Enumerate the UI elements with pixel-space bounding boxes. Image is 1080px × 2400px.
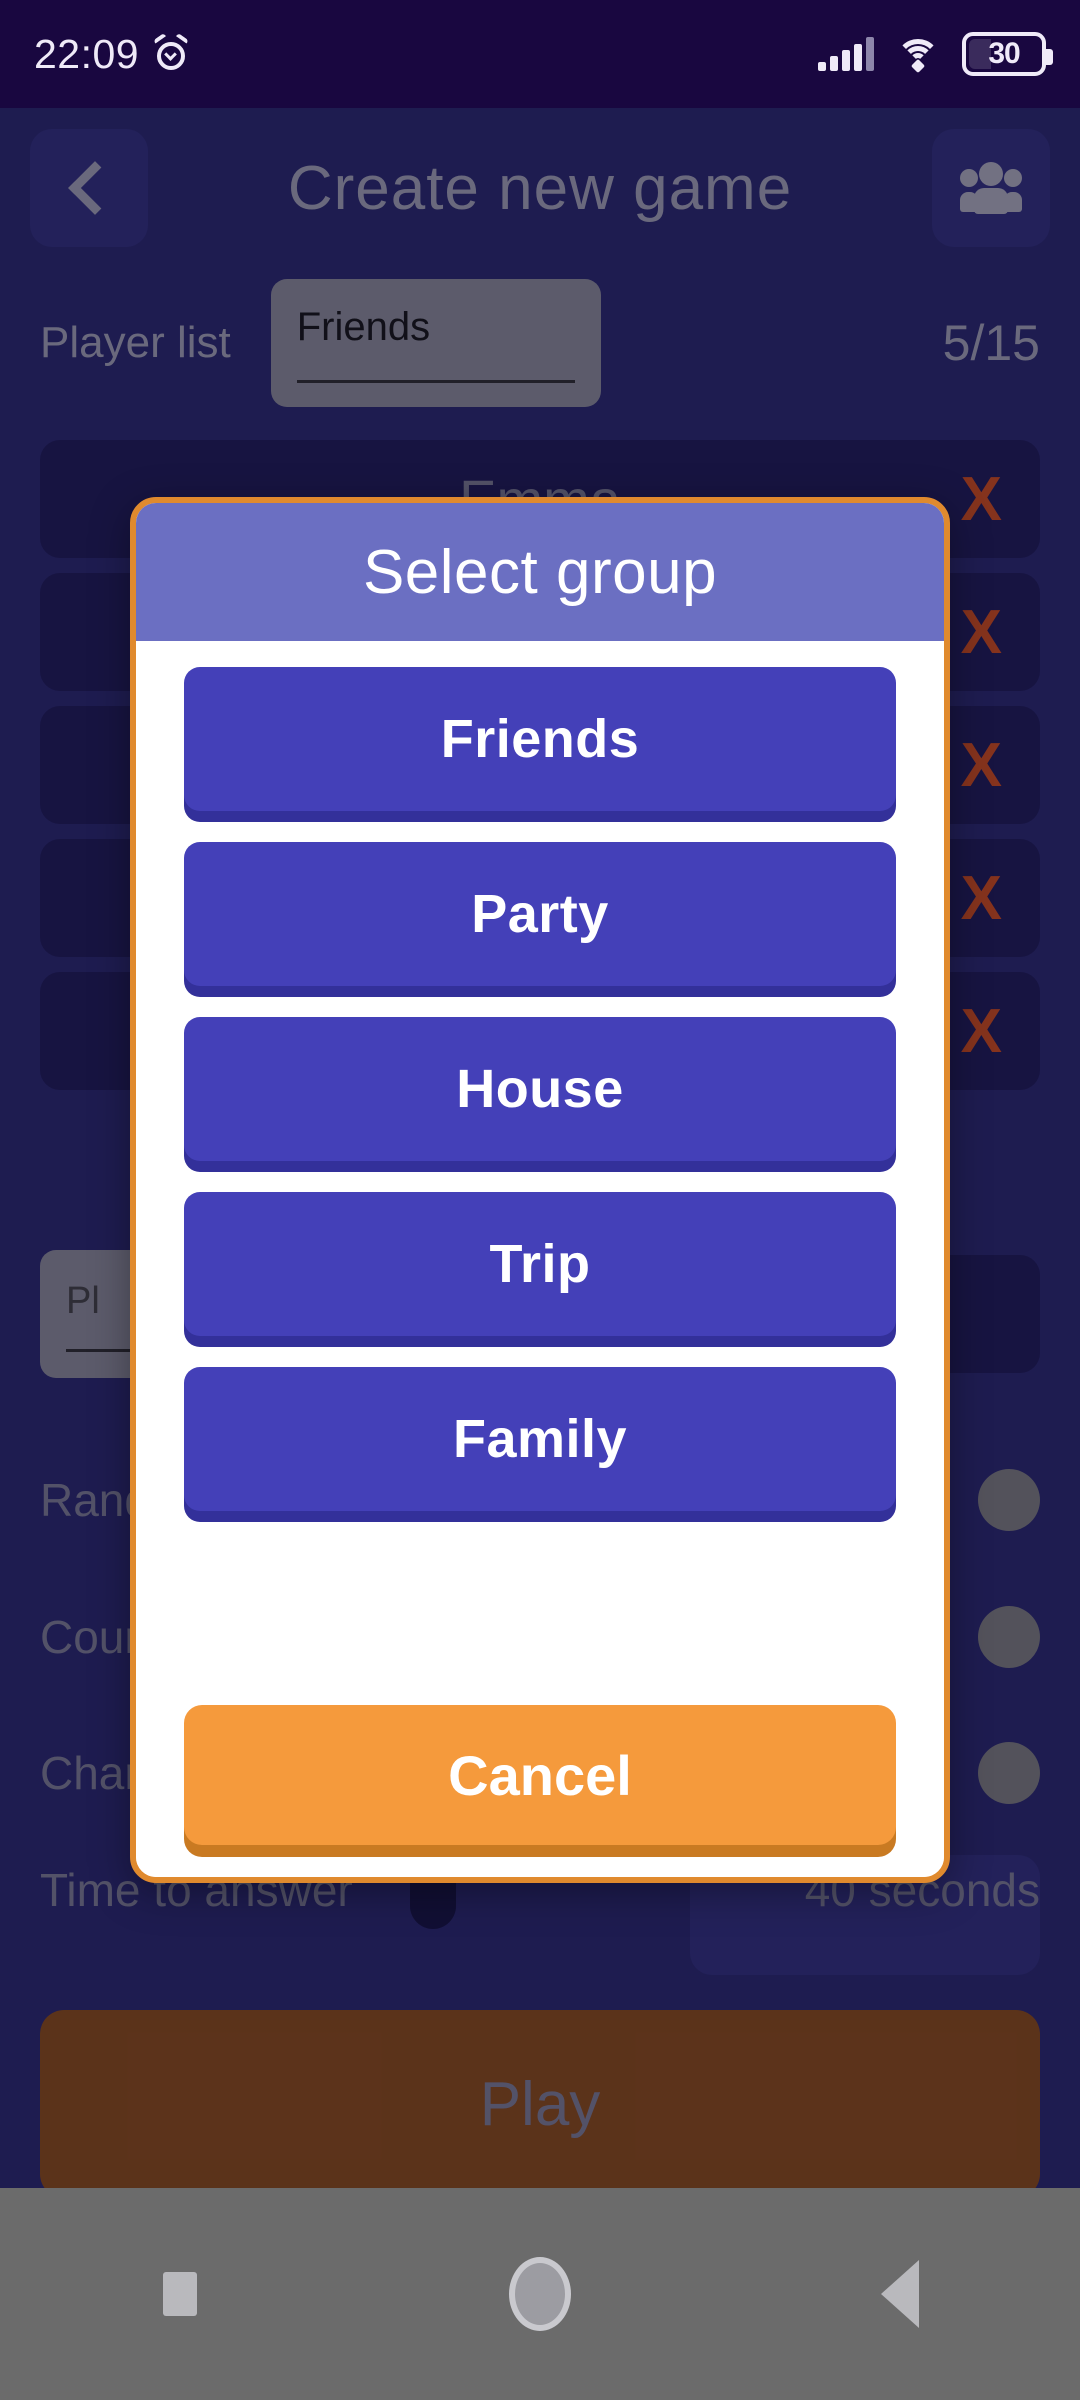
group-option-house[interactable]: House bbox=[184, 1017, 896, 1161]
wifi-icon bbox=[896, 37, 940, 74]
battery-percent-label: 30 bbox=[988, 37, 1020, 70]
android-nav-bar bbox=[0, 2188, 1080, 2400]
square-recents-icon bbox=[163, 2272, 197, 2316]
status-bar-left: 22:09 bbox=[34, 31, 189, 78]
dialog-title: Select group bbox=[362, 537, 718, 607]
circle-home-icon bbox=[509, 2257, 571, 2331]
cancel-button[interactable]: Cancel bbox=[184, 1705, 896, 1845]
dialog-footer: Cancel bbox=[136, 1705, 944, 1877]
triangle-back-icon bbox=[881, 2260, 919, 2328]
select-group-dialog: Select group Friends Party House Trip Fa… bbox=[130, 497, 950, 1883]
group-option-family[interactable]: Family bbox=[184, 1367, 896, 1511]
status-bar-right: 30 bbox=[818, 32, 1053, 76]
dialog-header: Select group bbox=[136, 503, 944, 641]
group-option-party[interactable]: Party bbox=[184, 842, 896, 986]
alarm-icon bbox=[153, 32, 189, 72]
group-option-friends[interactable]: Friends bbox=[184, 667, 896, 811]
status-bar: 22:09 30 bbox=[0, 0, 1080, 108]
recents-button[interactable] bbox=[105, 2234, 255, 2354]
dialog-options-list: Friends Party House Trip Family bbox=[136, 641, 944, 1705]
home-button[interactable] bbox=[465, 2234, 615, 2354]
back-nav-button[interactable] bbox=[825, 2234, 975, 2354]
app-screen: 22:09 30 Create new game Player list Fri… bbox=[0, 0, 1080, 2400]
status-bar-clock: 22:09 bbox=[34, 30, 140, 77]
signal-bars-icon bbox=[818, 37, 874, 71]
battery-icon: 30 bbox=[962, 32, 1053, 76]
group-option-trip[interactable]: Trip bbox=[184, 1192, 896, 1336]
